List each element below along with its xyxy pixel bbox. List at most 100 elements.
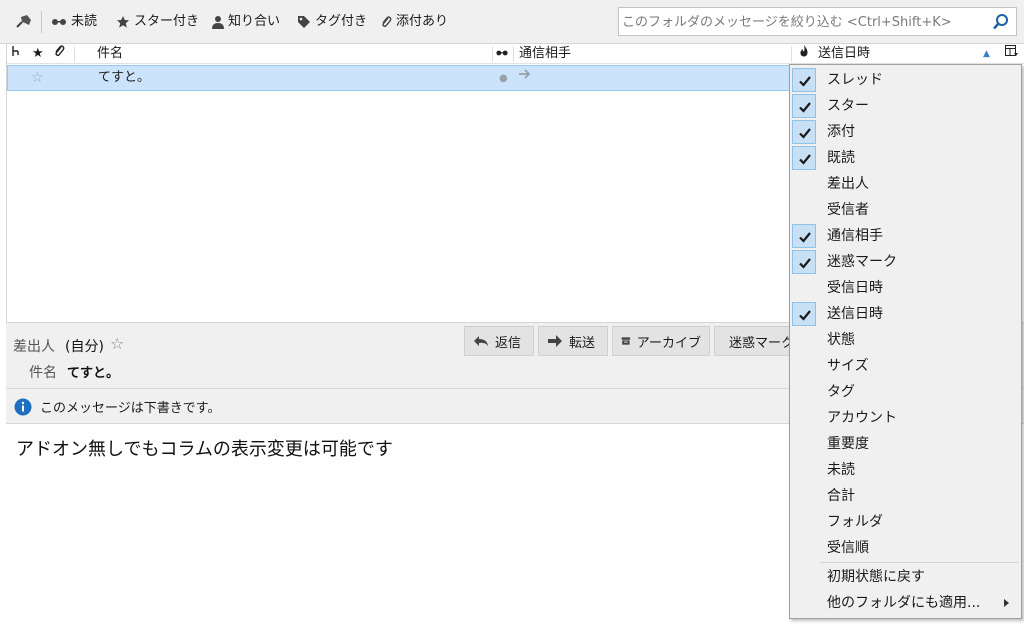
junk-column-icon[interactable] (799, 44, 809, 64)
column-picker-button[interactable] (1005, 44, 1019, 64)
filter-search-input[interactable] (622, 12, 982, 32)
column-menu-item[interactable]: スレッド (790, 67, 1021, 93)
column-menu-item[interactable]: 通信相手 (790, 223, 1021, 249)
arrow-right-icon (518, 68, 532, 86)
subject-value: てすと。 (67, 366, 120, 381)
star-outline-icon[interactable]: ☆ (31, 69, 44, 87)
column-menu-item[interactable]: 受信日時 (790, 275, 1021, 301)
column-menu-item[interactable]: 迷惑マーク (790, 249, 1021, 275)
subject-label: 件名 (29, 365, 57, 381)
column-menu-item-label: スター (827, 98, 869, 114)
thread-column-icon[interactable] (11, 44, 21, 64)
correspondents-column-header[interactable]: 通信相手 (519, 44, 571, 64)
subject-column-header[interactable]: 件名 (97, 44, 123, 64)
info-icon (14, 398, 32, 416)
pin-icon (16, 15, 31, 28)
column-menu-item[interactable]: 送信日時 (790, 301, 1021, 327)
table-row[interactable]: ☆ てすと。 ● (7, 65, 791, 91)
submenu-arrow-icon (1004, 599, 1009, 607)
column-divider[interactable] (791, 46, 792, 62)
search-icon[interactable] (992, 13, 1010, 31)
junk-label: 迷惑マーク (729, 335, 794, 351)
column-menu-item-label: 送信日時 (827, 306, 883, 322)
star-outline-icon[interactable]: ☆ (110, 334, 124, 353)
column-menu-item-label: 合計 (827, 488, 855, 504)
paperclip-icon (55, 45, 65, 57)
date-column-header[interactable]: 送信日時 (818, 44, 870, 64)
column-menu-item[interactable]: 添付 (790, 119, 1021, 145)
column-menu-item-label: 差出人 (827, 176, 869, 192)
restore-default-columns-label: 初期状態に戻す (827, 569, 925, 585)
column-menu-item[interactable]: 既読 (790, 145, 1021, 171)
filter-starred-button[interactable]: スター付き (116, 13, 199, 31)
archive-icon (621, 337, 631, 345)
column-menu-item[interactable]: アカウント (790, 405, 1021, 431)
column-divider[interactable] (492, 46, 493, 62)
column-menu-item[interactable]: 状態 (790, 327, 1021, 353)
filter-attachment-label: 添付あり (396, 14, 449, 29)
column-menu-item[interactable]: タグ (790, 379, 1021, 405)
column-menu-item-label: サイズ (827, 358, 869, 374)
filter-unread-button[interactable]: 未読 (51, 13, 97, 31)
flame-icon (800, 45, 808, 57)
star-column-icon[interactable]: ★ (32, 44, 44, 64)
column-menu-item-label: 受信順 (827, 540, 869, 556)
menu-separator (820, 562, 1018, 563)
restore-default-columns-item[interactable]: 初期状態に戻す (790, 564, 1021, 590)
apply-to-other-folders-item[interactable]: 他のフォルダにも適用... (790, 590, 1021, 616)
checkmark-icon (792, 224, 816, 248)
archive-button[interactable]: アーカイブ (612, 326, 710, 356)
column-menu-item[interactable]: サイズ (790, 353, 1021, 379)
body-text: アドオン無しでもコラムの表示変更は可能です (16, 439, 393, 460)
column-menu-item[interactable]: 重要度 (790, 431, 1021, 457)
column-menu-item-label: 迷惑マーク (827, 254, 897, 270)
pin-filter-button[interactable] (13, 13, 33, 31)
column-menu-item[interactable]: 未読 (790, 457, 1021, 483)
column-menu-item-label: 受信者 (827, 202, 869, 218)
column-divider[interactable] (74, 46, 75, 62)
column-picker-menu: スレッドスター添付既読差出人受信者通信相手迷惑マーク受信日時送信日時状態サイズタ… (789, 64, 1022, 619)
column-menu-item-label: 受信日時 (827, 280, 883, 296)
reply-button[interactable]: 返信 (464, 326, 534, 356)
checkmark-icon (792, 120, 816, 144)
attachment-column-icon[interactable] (53, 44, 65, 64)
checkmark-icon (792, 250, 816, 274)
checkmark-icon (792, 68, 816, 92)
column-menu-item[interactable]: 差出人 (790, 171, 1021, 197)
filter-contacts-label: 知り合い (228, 14, 281, 29)
toolbar-separator (41, 11, 42, 33)
column-menu-item[interactable]: 受信順 (790, 535, 1021, 561)
column-menu-item-label: 通信相手 (827, 228, 883, 244)
column-menu-item[interactable]: フォルダ (790, 509, 1021, 535)
filter-tags-label: タグ付き (315, 14, 368, 29)
filter-attachment-button[interactable]: 添付あり (380, 13, 448, 31)
forward-button[interactable]: 転送 (538, 326, 608, 356)
glasses-icon (52, 19, 66, 25)
column-menu-item-label: 既読 (827, 150, 855, 166)
column-menu-item-label: タグ (827, 384, 855, 400)
sort-ascending-icon: ▲ (983, 49, 990, 59)
column-menu-item[interactable]: スター (790, 93, 1021, 119)
column-menu-item[interactable]: 合計 (790, 483, 1021, 509)
filter-tags-button[interactable]: タグ付き (297, 13, 367, 31)
column-picker-icon (1005, 45, 1018, 56)
read-column-icon[interactable] (495, 44, 509, 64)
from-label: 差出人 (13, 339, 55, 355)
column-menu-item[interactable]: 受信者 (790, 197, 1021, 223)
column-menu-item-label: スレッド (827, 72, 883, 88)
filter-search-box[interactable] (618, 7, 1017, 36)
column-menu-item-label: 状態 (827, 332, 855, 348)
checkmark-icon (792, 146, 816, 170)
filter-contacts-button[interactable]: 知り合い (212, 13, 280, 31)
thread-column-header: ★ 件名 通信相手 送信日時 ▲ (7, 44, 1024, 64)
read-dot-icon[interactable]: ● (499, 70, 508, 88)
filter-starred-label: スター付き (134, 14, 200, 29)
from-value[interactable]: (自分) (65, 336, 104, 356)
column-divider[interactable] (513, 46, 514, 62)
apply-to-other-folders-label: 他のフォルダにも適用... (827, 595, 981, 611)
contact-icon (212, 16, 224, 29)
glasses-icon (496, 50, 508, 56)
junk-button[interactable]: 迷惑マーク (714, 326, 794, 356)
row-subject: てすと。 (98, 70, 151, 85)
column-menu-item-label: アカウント (827, 410, 897, 426)
